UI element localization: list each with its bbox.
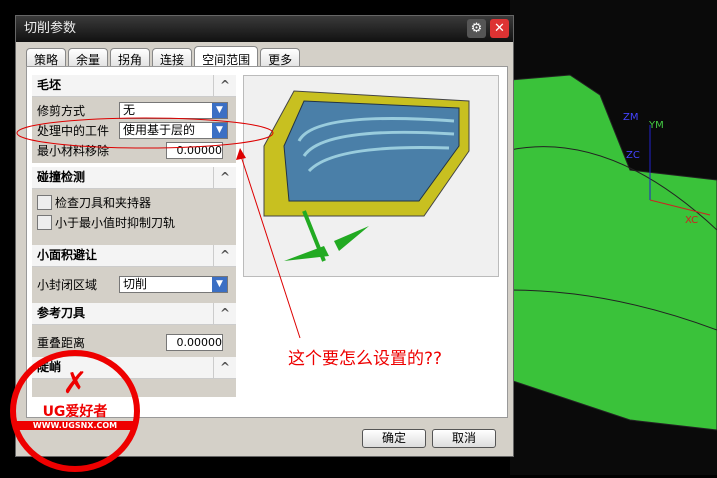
watermark-url: WWW.UGSNX.COM xyxy=(16,421,134,430)
watermark-logo: ✗ UG爱好者 WWW.UGSNX.COM xyxy=(10,350,140,472)
watermark-brand: UG爱好者 xyxy=(42,404,108,420)
annotation-text: 这个要怎么设置的?? xyxy=(288,349,443,369)
person-icon: ✗ xyxy=(62,366,88,401)
